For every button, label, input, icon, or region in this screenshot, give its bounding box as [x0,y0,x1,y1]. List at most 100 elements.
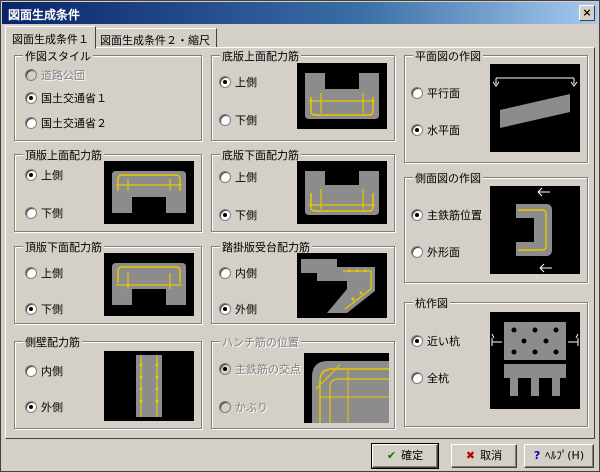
group-title: 底版下面配力筋 [220,147,301,163]
radio-circle-icon [411,209,423,221]
group-title: 作図スタイル [23,48,93,64]
window-title: 図面生成条件 [8,8,81,22]
radio-label: かぶり [235,401,268,414]
radio-top-slab-bottom-1[interactable]: 下側 [25,301,63,317]
radio-top-slab-bottom-0[interactable]: 上側 [25,265,63,281]
tab-label: 図面生成条件１ [12,33,89,46]
radio-top-slab-top-0[interactable]: 上側 [25,167,63,183]
radio-circle-icon [219,209,231,221]
question-icon: ? [533,449,541,462]
radio-label: 上側 [235,76,257,89]
radio-circle-icon [25,401,37,413]
radio-circle-icon [219,114,231,126]
plan-view-diagram [490,64,580,152]
group-title: 底版上面配力筋 [220,48,301,64]
radio-circle-icon [219,401,231,413]
group-title: 平面図の作図 [413,48,483,64]
radio-drawing-style-0[interactable]: 道路公団 [25,67,85,83]
radio-circle-icon [219,76,231,88]
help-label: ﾍﾙﾌﾟ(H) [545,449,585,462]
radio-circle-icon [219,363,231,375]
radio-label: 国土交通省１ [41,92,107,105]
approach-slab-diagram [297,253,387,318]
radio-label: 外側 [41,401,63,414]
radio-label: 内側 [41,365,63,378]
cancel-label: 取消 [480,449,503,462]
radio-label: 内側 [235,267,257,280]
radio-circle-icon [25,207,37,219]
radio-circle-icon [411,87,423,99]
check-icon: ✔ [386,449,397,462]
radio-circle-icon [25,69,37,81]
radio-circle-icon [25,117,37,129]
pile-diagram [490,312,580,409]
radio-label: 外形面 [427,246,460,259]
radio-label: 平行面 [427,87,460,100]
radio-circle-icon [25,92,37,104]
radio-circle-icon [25,267,37,279]
group-title: 側面図の作図 [413,170,483,186]
radio-pile-1[interactable]: 全杭 [411,370,449,386]
radio-drawing-style-2[interactable]: 国土交通省２ [25,115,107,131]
tab-label: 図面生成条件２・縮尺 [100,34,210,47]
radio-side-view-0[interactable]: 主鉄筋位置 [411,207,482,223]
tab-conditions-1[interactable]: 図面生成条件１ [5,26,96,49]
group-title: 杭作図 [413,295,450,311]
radio-label: 近い杭 [427,335,460,348]
ok-button[interactable]: ✔ 確定 [371,443,439,469]
radio-circle-icon [411,124,423,136]
radio-circle-icon [219,171,231,183]
radio-approach-slab-0[interactable]: 内側 [219,265,257,281]
radio-approach-slab-1[interactable]: 外側 [219,301,257,317]
radio-label: 主鉄筋の交点 [235,363,301,376]
radio-pile-0[interactable]: 近い杭 [411,333,460,349]
radio-label: 国土交通省２ [41,117,107,130]
radio-bottom-slab-bottom-0[interactable]: 上側 [219,169,257,185]
radio-bottom-slab-top-1[interactable]: 下側 [219,112,257,128]
radio-circle-icon [411,246,423,258]
haunch-diagram [304,353,389,423]
radio-side-view-1[interactable]: 外形面 [411,244,460,260]
ok-label: 確定 [401,449,424,462]
bottom-slab-top-diagram [297,63,387,129]
side-view-diagram [490,186,580,274]
radio-haunch-1[interactable]: かぶり [219,399,268,415]
group-title: 頂版下面配力筋 [23,239,104,255]
side-wall-diagram [104,351,194,421]
top-slab-bottom-diagram [104,253,194,316]
radio-haunch-0[interactable]: 主鉄筋の交点 [219,361,301,377]
top-slab-top-diagram [104,161,194,224]
radio-plan-view-0[interactable]: 平行面 [411,85,460,101]
radio-circle-icon [219,303,231,315]
group-title: 側壁配力筋 [23,334,82,350]
radio-label: 下側 [41,303,63,316]
radio-label: 外側 [235,303,257,316]
radio-drawing-style-1[interactable]: 国土交通省１ [25,90,107,106]
dialog-window: 図面生成条件 × 図面生成条件１ 図面生成条件２・縮尺 作図スタイル 道路公団 … [0,0,600,472]
radio-circle-icon [25,365,37,377]
close-button[interactable]: × [579,5,595,21]
radio-side-wall-1[interactable]: 外側 [25,399,63,415]
cross-icon: ✖ [465,449,476,462]
radio-top-slab-top-1[interactable]: 下側 [25,205,63,221]
radio-circle-icon [411,372,423,384]
radio-bottom-slab-bottom-1[interactable]: 下側 [219,207,257,223]
radio-label: 道路公団 [41,69,85,82]
radio-circle-icon [219,267,231,279]
help-button[interactable]: ? ﾍﾙﾌﾟ(H) [524,444,594,468]
radio-side-wall-0[interactable]: 内側 [25,363,63,379]
bottom-slab-bottom-diagram [297,161,387,224]
cancel-button[interactable]: ✖ 取消 [451,444,517,468]
radio-circle-icon [25,169,37,181]
radio-circle-icon [25,303,37,315]
radio-label: 上側 [41,169,63,182]
tab-conditions-2-scale[interactable]: 図面生成条件２・縮尺 [93,28,217,48]
group-title: ハンチ筋の位置 [220,334,301,350]
radio-label: 下側 [235,209,257,222]
radio-label: 上側 [41,267,63,280]
radio-label: 下側 [235,114,257,127]
radio-label: 全杭 [427,372,449,385]
title-bar[interactable]: 図面生成条件 × [2,2,598,24]
radio-plan-view-1[interactable]: 水平面 [411,122,460,138]
radio-bottom-slab-top-0[interactable]: 上側 [219,74,257,90]
